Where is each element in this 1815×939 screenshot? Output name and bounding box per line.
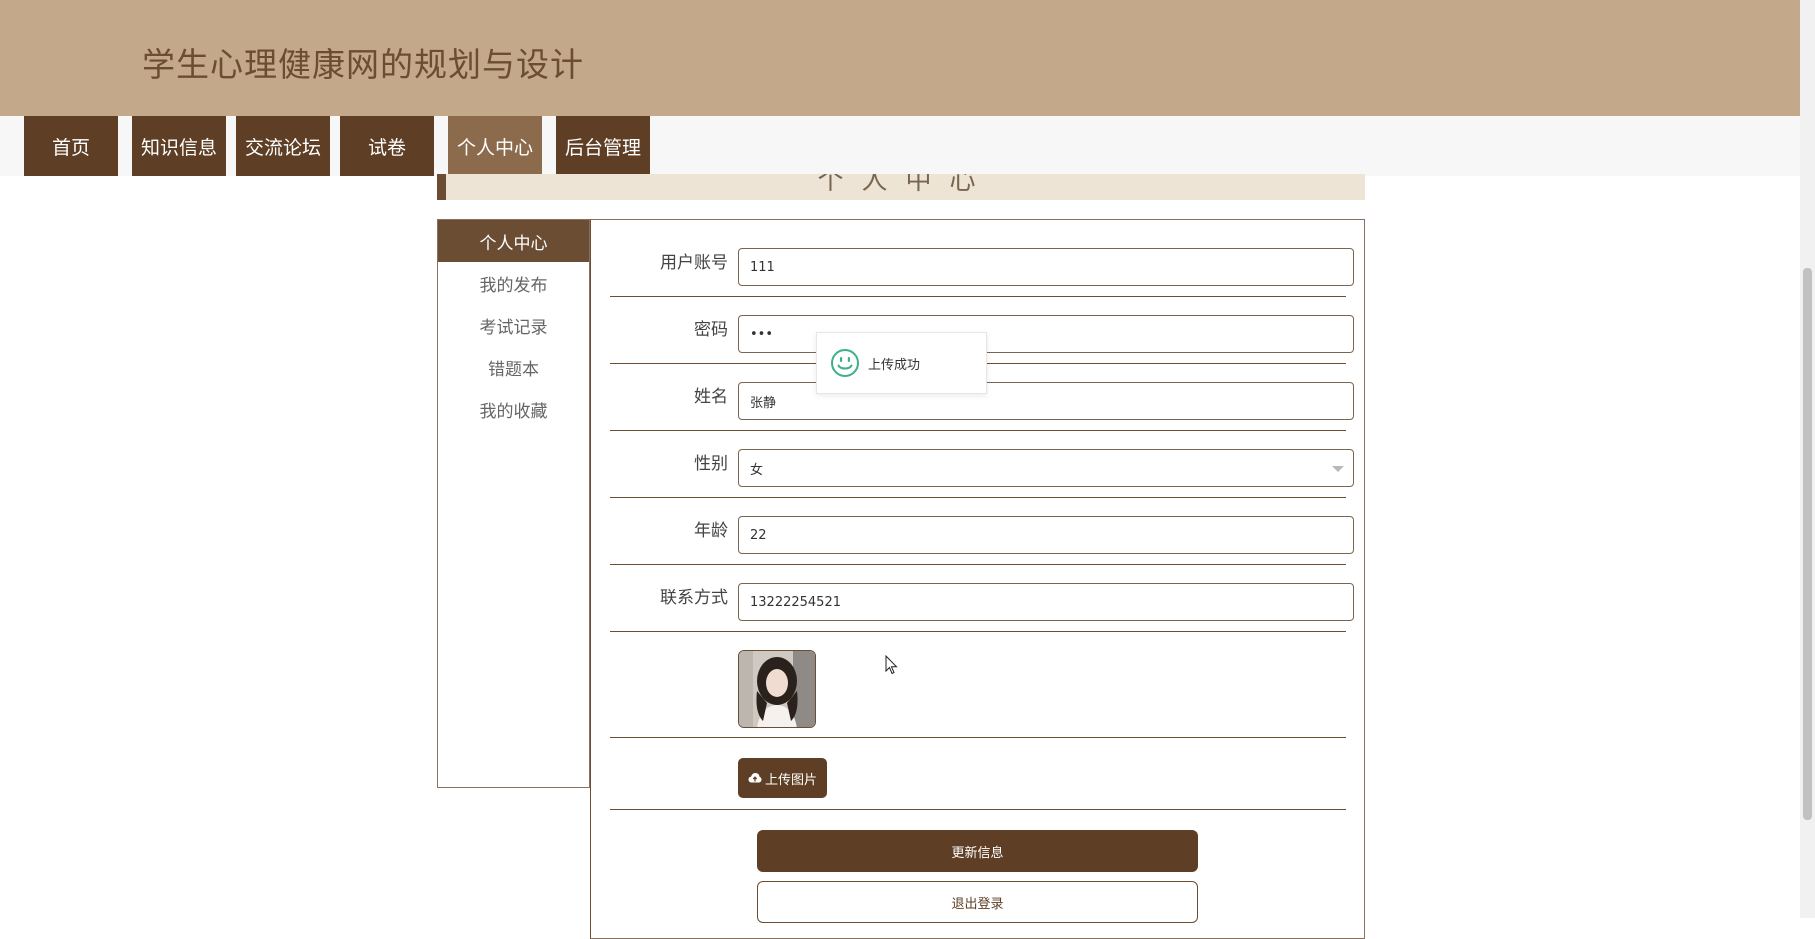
avatar-image — [739, 651, 815, 727]
nav-item-personal-center[interactable]: 个人中心 — [448, 116, 542, 176]
sidebar-item-favorites[interactable]: 我的收藏 — [438, 388, 589, 430]
site-title: 学生心理健康网的规划与设计 — [142, 45, 584, 84]
gender-label: 性别 — [694, 454, 728, 474]
phone-input[interactable]: 13222254521 — [738, 583, 1354, 621]
smile-icon — [831, 349, 859, 377]
sidebar-item-my-posts[interactable]: 我的发布 — [438, 262, 589, 304]
sidebar-item-wrong-questions[interactable]: 错题本 — [438, 346, 589, 388]
page-banner-title: 个人中心 — [817, 174, 994, 196]
age-input[interactable]: 22 — [738, 516, 1354, 554]
form-row-account: 用户账号 111 — [610, 220, 1354, 297]
name-label: 姓名 — [694, 387, 728, 407]
profile-form: 用户账号 111 密码 ••• 姓名 张静 性别 女 年龄 22 联系方式 13… — [590, 219, 1365, 939]
upload-image-button[interactable]: 上传图片 — [738, 758, 827, 798]
nav-item-forum[interactable]: 交流论坛 — [236, 116, 330, 176]
gender-select-value: 女 — [750, 462, 764, 478]
chevron-down-icon — [1332, 466, 1344, 472]
avatar — [738, 650, 816, 728]
upload-image-label: 上传图片 — [764, 772, 817, 788]
update-info-button[interactable]: 更新信息 — [757, 830, 1198, 872]
password-label: 密码 — [694, 320, 728, 340]
sidebar: 个人中心 我的发布 考试记录 错题本 我的收藏 — [437, 219, 590, 788]
nav-item-home[interactable]: 首页 — [24, 116, 118, 176]
logout-button[interactable]: 退出登录 — [757, 881, 1198, 923]
site-header: 学生心理健康网的规划与设计 — [0, 0, 1800, 116]
account-input[interactable]: 111 — [738, 248, 1354, 286]
sidebar-item-personal-center[interactable]: 个人中心 — [438, 220, 589, 262]
form-row-avatar — [610, 632, 1346, 738]
form-row-upload: 上传图片 — [610, 738, 1346, 810]
form-row-gender: 性别 女 — [610, 431, 1354, 498]
sidebar-item-exam-records[interactable]: 考试记录 — [438, 304, 589, 346]
scrollbar-thumb[interactable] — [1803, 268, 1812, 820]
cloud-upload-icon — [748, 773, 762, 783]
main-nav: 首页 知识信息 交流论坛 试卷 个人中心 后台管理 — [0, 116, 1800, 176]
age-label: 年龄 — [694, 521, 728, 541]
mouse-cursor-icon — [885, 655, 898, 675]
form-row-age: 年龄 22 — [610, 498, 1354, 565]
nav-item-exam[interactable]: 试卷 — [340, 116, 434, 176]
nav-item-knowledge[interactable]: 知识信息 — [132, 116, 226, 176]
account-label: 用户账号 — [660, 253, 728, 273]
gender-select[interactable]: 女 — [738, 449, 1354, 487]
form-row-phone: 联系方式 13222254521 — [610, 565, 1354, 632]
phone-label: 联系方式 — [660, 588, 728, 608]
nav-item-admin[interactable]: 后台管理 — [556, 116, 650, 176]
page-scrollbar[interactable] — [1800, 0, 1815, 918]
toast-text: 上传成功 — [868, 357, 921, 373]
toast-message: 上传成功 — [816, 332, 987, 394]
page-banner: 个人中心 — [437, 174, 1365, 200]
